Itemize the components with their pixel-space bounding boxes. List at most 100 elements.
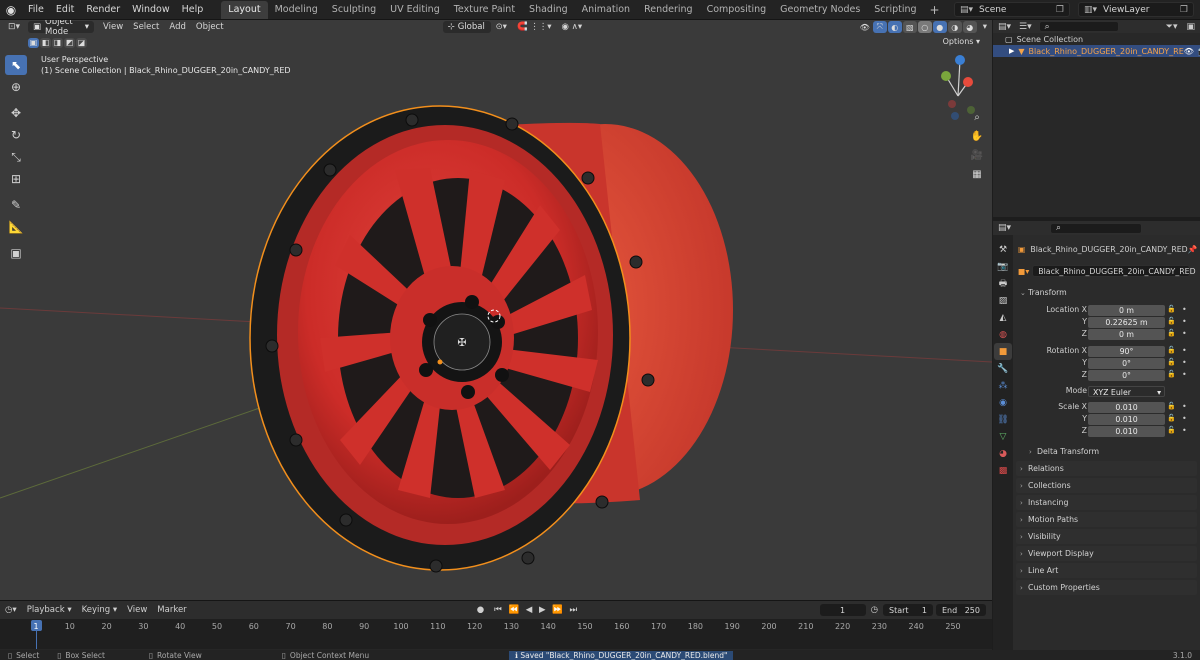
blender-logo-icon[interactable]: ◉: [0, 0, 22, 20]
mode-selector[interactable]: ▣ Object Mode ▾: [28, 20, 94, 37]
rotation-y-field[interactable]: 0°: [1088, 358, 1165, 369]
rotation-mode-dropdown[interactable]: XYZ Euler ▾: [1088, 386, 1165, 397]
line-art-panel-header[interactable]: › Line Art: [1016, 563, 1197, 578]
menu-keying[interactable]: Keying ▾: [77, 605, 123, 615]
3d-viewport[interactable]: ✠ ⊡▾ ▣ Object Mode ▾ View Select Add Obj…: [0, 20, 992, 600]
menu-playback[interactable]: Playback ▾: [22, 605, 77, 615]
select-intersect-icon[interactable]: ◪: [76, 37, 87, 48]
camera-view-icon[interactable]: 🎥: [969, 147, 985, 163]
lock-icon[interactable]: 🔓: [1167, 305, 1176, 313]
select-invert-icon[interactable]: ◩: [64, 37, 75, 48]
tab-shading[interactable]: Shading: [522, 1, 575, 19]
pan-view-icon[interactable]: ✋: [969, 128, 985, 144]
visibility-icon[interactable]: 👁: [858, 21, 872, 33]
pivot-icon[interactable]: ⊙▾: [491, 22, 512, 32]
instancing-panel-header[interactable]: › Instancing: [1016, 495, 1197, 510]
location-z-field[interactable]: 0 m: [1088, 329, 1165, 340]
select-subtract-icon[interactable]: ◨: [52, 37, 63, 48]
editor-type-icon[interactable]: ⊡▾: [0, 22, 28, 32]
keyframe-dot-icon[interactable]: •: [1182, 305, 1187, 314]
lock-icon[interactable]: 🔓: [1167, 346, 1176, 354]
options-dropdown[interactable]: Options ▾: [943, 37, 980, 46]
gizmo-toggle-icon[interactable]: ⤧: [872, 21, 887, 33]
menu-view[interactable]: View: [98, 22, 128, 32]
viewport-display-panel-header[interactable]: › Viewport Display: [1016, 546, 1197, 561]
scale-z-field[interactable]: 0.010: [1088, 426, 1165, 437]
tool-tab-icon[interactable]: ⚒: [994, 241, 1012, 258]
keyframe-dot-icon[interactable]: •: [1182, 414, 1187, 423]
rotation-z-field[interactable]: 0°: [1088, 370, 1165, 381]
lock-icon[interactable]: 🔓: [1167, 358, 1176, 366]
add-workspace-button[interactable]: +: [924, 3, 946, 17]
material-shading-icon[interactable]: ◑: [947, 21, 962, 33]
transform-tool-icon[interactable]: ⊞: [5, 169, 27, 189]
properties-search-input[interactable]: ⌕: [1050, 222, 1143, 234]
scale-x-field[interactable]: 0.010: [1088, 402, 1165, 413]
lock-icon[interactable]: 🔓: [1167, 426, 1176, 434]
zoom-view-icon[interactable]: ⌕: [969, 109, 985, 125]
tab-layout[interactable]: Layout: [221, 1, 268, 19]
copy-scene-icon[interactable]: ❐: [1056, 5, 1064, 15]
lock-icon[interactable]: 🔓: [1167, 402, 1176, 410]
transform-panel-header[interactable]: ⌄ Transform: [1016, 285, 1197, 300]
menu-help[interactable]: Help: [176, 0, 210, 20]
lock-icon[interactable]: 🔓: [1167, 317, 1176, 325]
material-tab-icon[interactable]: ◕: [994, 445, 1012, 462]
rotation-x-field[interactable]: 90°: [1088, 346, 1165, 357]
scale-y-field[interactable]: 0.010: [1088, 414, 1165, 425]
copy-view-layer-icon[interactable]: ❐: [1180, 5, 1188, 15]
menu-add[interactable]: Add: [164, 22, 190, 32]
tab-modeling[interactable]: Modeling: [268, 1, 325, 19]
tab-scripting[interactable]: Scripting: [867, 1, 923, 19]
outliner-search-input[interactable]: ⌕: [1038, 21, 1119, 32]
viewport-canvas[interactable]: ✠: [0, 20, 992, 600]
move-tool-icon[interactable]: ✥: [5, 103, 27, 123]
select-new-icon[interactable]: ▣: [28, 37, 39, 48]
delta-transform-header[interactable]: › Delta Transform: [1025, 444, 1195, 459]
ortho-toggle-icon[interactable]: ▦: [969, 166, 985, 182]
texture-tab-icon[interactable]: ▩: [994, 462, 1012, 479]
preview-range-icon[interactable]: ◷: [866, 605, 883, 615]
rendered-shading-icon[interactable]: ◕: [962, 21, 977, 33]
new-collection-icon[interactable]: ▣: [1181, 22, 1200, 32]
collections-panel-header[interactable]: › Collections: [1016, 478, 1197, 493]
outliner-row-scene-collection[interactable]: ▢ Scene Collection: [993, 33, 1200, 45]
playback-controls[interactable]: ⏮ ⏪ ◀ ▶ ⏩ ⏭: [489, 605, 584, 615]
scene-selector[interactable]: ▤▾ Scene ❐: [954, 2, 1070, 17]
menu-window[interactable]: Window: [126, 0, 175, 20]
menu-select[interactable]: Select: [128, 22, 164, 32]
custom-properties-panel-header[interactable]: › Custom Properties: [1016, 580, 1197, 595]
outliner-editor-type-icon[interactable]: ▤▾: [993, 22, 1016, 32]
render-tab-icon[interactable]: 📷: [994, 258, 1012, 275]
output-tab-icon[interactable]: 🖶: [994, 275, 1012, 292]
constraints-tab-icon[interactable]: ⛓: [994, 411, 1012, 428]
lock-icon[interactable]: 🔓: [1167, 414, 1176, 422]
lock-icon[interactable]: 🔓: [1167, 329, 1176, 337]
rotate-tool-icon[interactable]: ↻: [5, 125, 27, 145]
cursor-tool-icon[interactable]: ⊕: [5, 77, 27, 97]
datablock-name-field[interactable]: Black_Rhino_DUGGER_20in_CANDY_RED: [1032, 265, 1196, 277]
relations-panel-header[interactable]: › Relations: [1016, 461, 1197, 476]
gizmo-x-axis-icon[interactable]: [963, 77, 973, 87]
gizmo-y-axis-icon[interactable]: [941, 71, 951, 81]
menu-marker[interactable]: Marker: [152, 605, 191, 615]
properties-editor-type-icon[interactable]: ▤▾: [993, 223, 1016, 233]
tab-uv-editing[interactable]: UV Editing: [383, 1, 447, 19]
view-layer-tab-icon[interactable]: ▨: [994, 292, 1012, 309]
snap-icon[interactable]: 🧲 ⋮⋮▾: [512, 22, 557, 32]
pin-icon[interactable]: 📌: [1188, 245, 1198, 254]
measure-tool-icon[interactable]: 📐: [5, 217, 27, 237]
annotate-tool-icon[interactable]: ✎: [5, 195, 27, 215]
tab-texture-paint[interactable]: Texture Paint: [447, 1, 522, 19]
object-data-tab-icon[interactable]: ▽: [994, 428, 1012, 445]
particles-tab-icon[interactable]: ⁂: [994, 377, 1012, 394]
shading-options-icon[interactable]: ▾: [978, 22, 992, 32]
tab-geometry-nodes[interactable]: Geometry Nodes: [773, 1, 867, 19]
tab-animation[interactable]: Animation: [575, 1, 637, 19]
menu-object[interactable]: Object: [191, 22, 229, 32]
tab-compositing[interactable]: Compositing: [700, 1, 774, 19]
menu-edit[interactable]: Edit: [50, 0, 80, 20]
menu-file[interactable]: File: [22, 0, 50, 20]
motion-paths-panel-header[interactable]: › Motion Paths: [1016, 512, 1197, 527]
world-tab-icon[interactable]: ◍: [994, 326, 1012, 343]
